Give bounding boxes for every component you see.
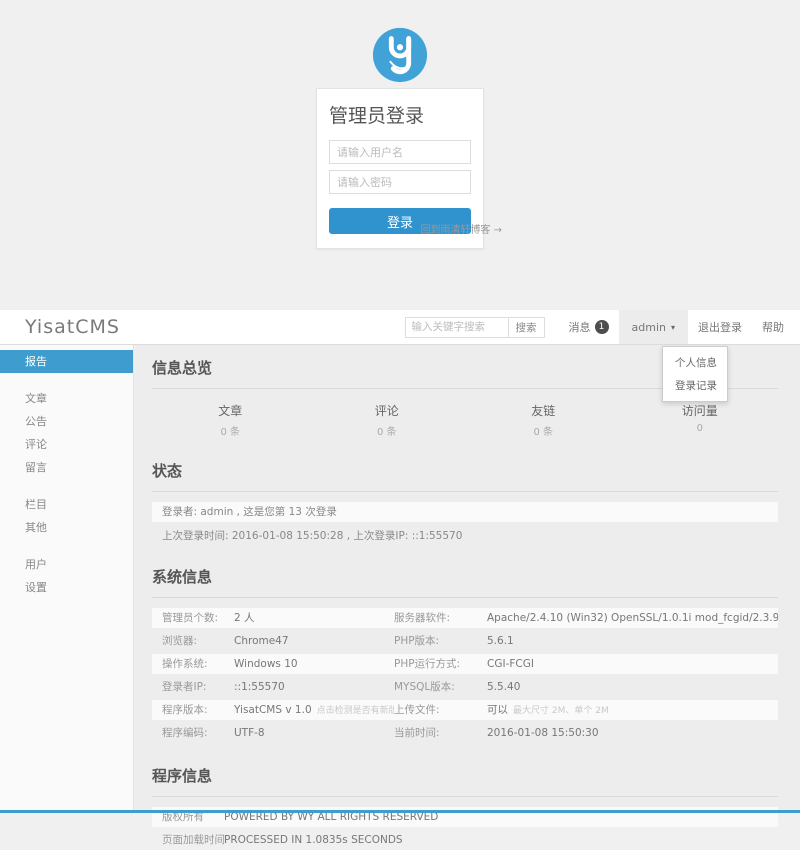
search-group: 搜索 (405, 310, 545, 344)
user-menu-toggle[interactable]: admin ▾ (619, 310, 688, 344)
help-link[interactable]: 帮助 (752, 310, 794, 344)
version-note: 点击检测是否有新版本 (317, 706, 394, 716)
system-row: 程序编码: UTF-8 当前时间: 2016-01-08 15:50:30 (152, 723, 778, 743)
sidebar-group: 用户 设置 (0, 553, 133, 599)
system-row: 操作系统: Windows 10 PHP运行方式: CGI-FCGI (152, 654, 778, 674)
sidebar-item-others[interactable]: 其他 (0, 516, 133, 539)
system-row: 浏览器: Chrome47 PHP版本: 5.6.1 (152, 631, 778, 651)
user-dropdown-menu: 个人信息 登录记录 (662, 346, 728, 402)
sidebar-item-comments[interactable]: 评论 (0, 433, 133, 456)
search-input[interactable] (405, 317, 509, 338)
system-info-table: 管理员个数: 2 人 服务器软件: Apache/2.4.10 (Win32) … (152, 608, 778, 743)
admin-header: YisatCMS 搜索 消息 1 admin ▾ 退出登录 帮助 (0, 310, 800, 345)
sidebar-group: 报告 (0, 350, 133, 373)
password-field[interactable] (329, 170, 471, 194)
status-row-lastlogin: 上次登录时间: 2016-01-08 15:50:28 , 上次登录IP: ::… (152, 526, 778, 546)
chevron-down-icon: ▾ (671, 323, 675, 332)
program-info-table: 版权所有 POWERED BY WY ALL RIGHTS RESERVED 页… (152, 807, 778, 850)
dropdown-item-profile[interactable]: 个人信息 (663, 351, 727, 374)
program-section-title: 程序信息 (152, 759, 778, 797)
sidebar-group: 文章 公告 评论 留言 (0, 387, 133, 479)
sidebar-item-users[interactable]: 用户 (0, 553, 133, 576)
stat-comments: 评论 0 条 (309, 402, 466, 438)
sidebar-group: 栏目 其他 (0, 493, 133, 539)
login-title: 管理员登录 (329, 101, 471, 128)
sidebar-item-settings[interactable]: 设置 (0, 576, 133, 599)
sidebar-item-articles[interactable]: 文章 (0, 387, 133, 410)
messages-link[interactable]: 消息 1 (559, 310, 619, 344)
sidebar-item-announcements[interactable]: 公告 (0, 410, 133, 433)
upload-note: 最大尺寸 2M、单个 2M (513, 706, 609, 716)
program-row: 页面加载时间 PROCESSED IN 1.0835s SECONDS (152, 830, 778, 850)
dropdown-item-login-history[interactable]: 登录记录 (663, 374, 727, 397)
header-right-toolbar: 搜索 消息 1 admin ▾ 退出登录 帮助 (405, 310, 794, 344)
system-row: 程序版本: YisatCMS v 1.0点击检测是否有新版本 上传文件: 可以最… (152, 700, 778, 720)
sidebar-nav: 报告 文章 公告 评论 留言 栏目 其他 用户 设置 (0, 345, 134, 810)
messages-label: 消息 (569, 319, 591, 335)
sidebar-item-report[interactable]: 报告 (0, 350, 133, 373)
logout-link[interactable]: 退出登录 (688, 310, 752, 344)
status-rows: 登录者: admin , 这是您第 13 次登录 上次登录时间: 2016-01… (152, 502, 778, 546)
status-section-title: 状态 (152, 454, 778, 492)
stat-visits: 访问量 0 (622, 402, 779, 438)
back-link-row: 回到雨清轩博客 → (316, 218, 502, 237)
stat-articles: 文章 0 条 (152, 402, 309, 438)
status-row-login: 登录者: admin , 这是您第 13 次登录 (152, 502, 778, 522)
sidebar-item-categories[interactable]: 栏目 (0, 493, 133, 516)
sidebar-item-guestbook[interactable]: 留言 (0, 456, 133, 479)
messages-badge: 1 (595, 320, 609, 334)
stat-links: 友链 0 条 (465, 402, 622, 438)
back-to-blog-link[interactable]: 回到雨清轩博客 → (420, 225, 502, 236)
system-row: 管理员个数: 2 人 服务器软件: Apache/2.4.10 (Win32) … (152, 608, 778, 628)
search-button[interactable]: 搜索 (508, 317, 545, 338)
overview-stats: 文章 0 条 评论 0 条 友链 0 条 访问量 0 (152, 402, 778, 438)
system-section-title: 系统信息 (152, 560, 778, 598)
username-field[interactable] (329, 140, 471, 164)
brand-wordmark: YisatCMS (25, 310, 120, 344)
main-content: 信息总览 文章 0 条 评论 0 条 友链 0 条 访问量 0 状态 登录者: … (135, 345, 800, 810)
user-menu-label: admin (632, 321, 666, 334)
system-row: 登录者IP: ::1:55570 MYSQL版本: 5.5.40 (152, 677, 778, 697)
brand-logo-icon (371, 26, 429, 84)
